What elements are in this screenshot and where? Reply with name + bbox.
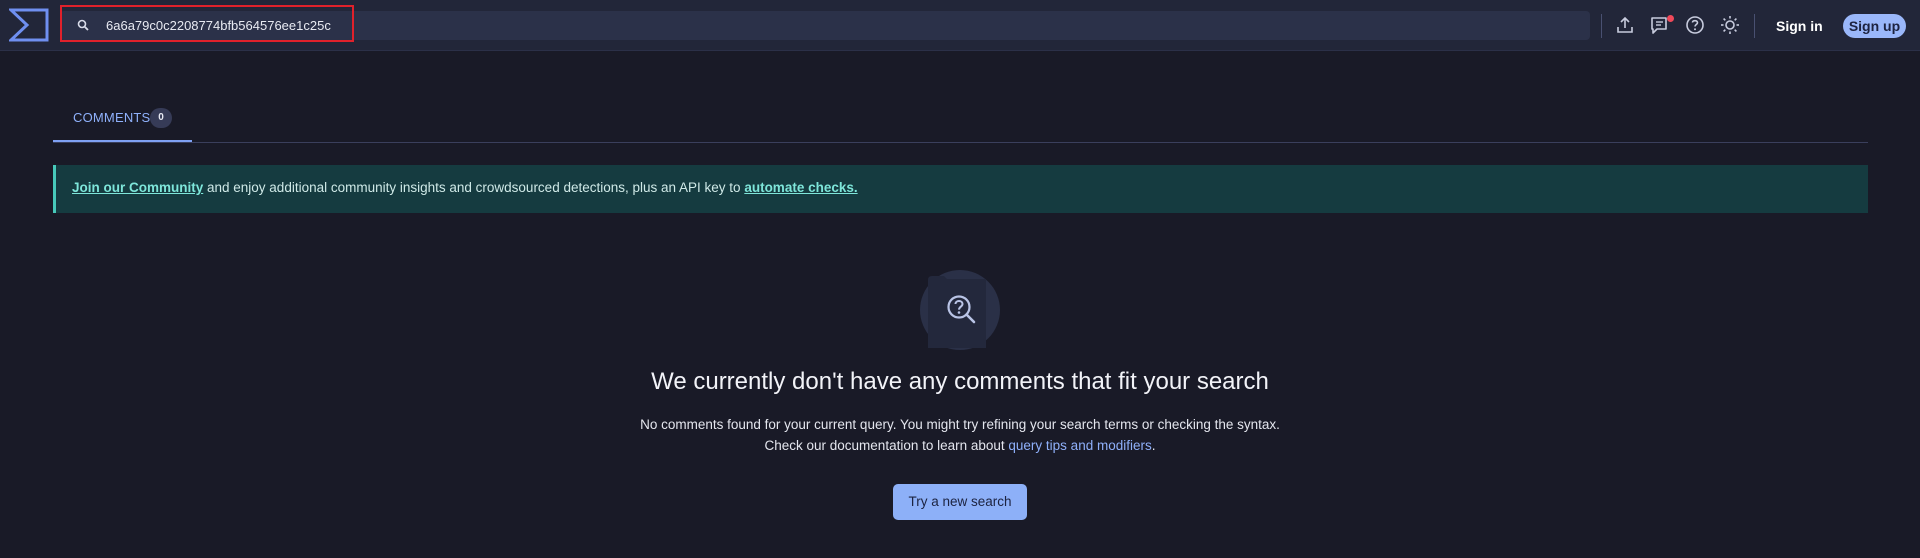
join-community-link[interactable]: Join our Community (72, 180, 203, 195)
empty-state-title: We currently don't have any comments tha… (651, 368, 1269, 395)
notification-dot (1667, 15, 1674, 22)
search-input[interactable] (106, 11, 1566, 40)
empty-state-line-2-prefix: Check our documentation to learn about (764, 438, 1009, 453)
empty-state-description: No comments found for your current query… (0, 414, 1920, 456)
query-tips-link[interactable]: query tips and modifiers (1008, 438, 1151, 453)
sign-up-button[interactable]: Sign up (1843, 14, 1906, 38)
search-icon (77, 19, 89, 31)
empty-state-line-2: Check our documentation to learn about q… (0, 435, 1920, 456)
tab-comments[interactable]: COMMENTS 0 (53, 105, 192, 142)
theme-icon[interactable] (1719, 14, 1741, 36)
top-bar: Sign in Sign up (0, 0, 1920, 51)
empty-state-line-2-suffix: . (1151, 438, 1156, 453)
sign-in-button[interactable]: Sign in (1776, 14, 1823, 38)
tabs-divider (53, 142, 1868, 143)
toolbar-divider (1754, 14, 1755, 38)
banner-body-text: and enjoy additional community insights … (203, 180, 745, 195)
tab-label: COMMENTS (73, 110, 151, 125)
upload-icon[interactable] (1614, 14, 1636, 36)
automate-checks-link[interactable]: automate checks. (744, 180, 857, 195)
search-bar[interactable] (60, 11, 1590, 40)
toolbar-divider (1601, 14, 1602, 38)
help-icon[interactable] (1684, 14, 1706, 36)
tab-count-badge: 0 (150, 108, 172, 128)
banner-text: Join our Community and enjoy additional … (72, 180, 858, 195)
try-new-search-button[interactable]: Try a new search (893, 484, 1027, 520)
community-banner: Join our Community and enjoy additional … (53, 165, 1868, 213)
empty-state-line-1: No comments found for your current query… (640, 417, 1280, 432)
search-question-icon (920, 270, 1000, 350)
virustotal-logo-icon[interactable] (9, 8, 49, 42)
